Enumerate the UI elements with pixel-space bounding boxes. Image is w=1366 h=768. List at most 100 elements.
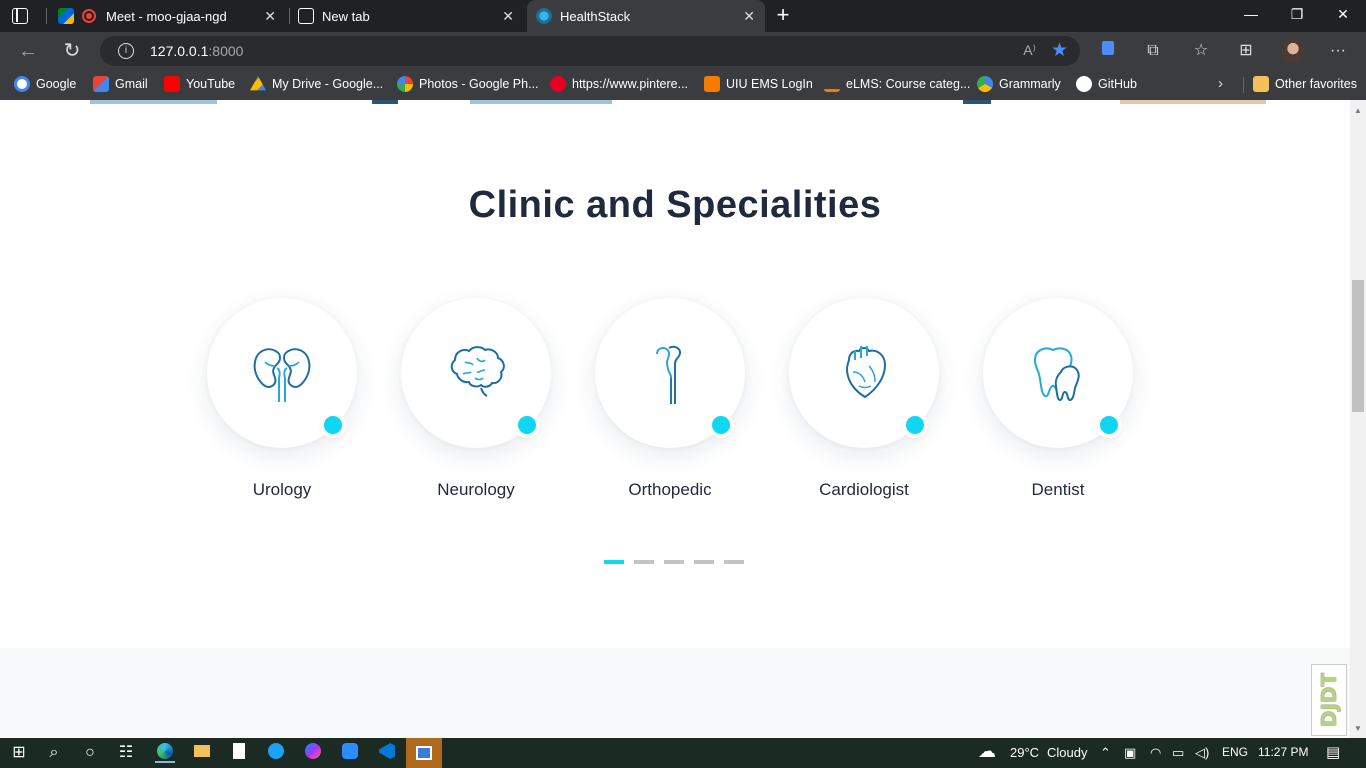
- back-icon[interactable]: ←: [17, 40, 39, 62]
- bookmark-youtube[interactable]: YouTube: [164, 76, 235, 92]
- wifi-icon[interactable]: ◠: [1150, 745, 1161, 761]
- twitter-icon[interactable]: [266, 743, 286, 763]
- speciality-card-dentist[interactable]: Dentist: [983, 298, 1133, 500]
- uiu-icon: [704, 76, 720, 92]
- extension-doc-icon[interactable]: [1098, 41, 1118, 61]
- speciality-circle: [207, 298, 357, 448]
- extensions-puzzle-icon[interactable]: ⧉: [1143, 41, 1163, 61]
- accent-dot: [712, 416, 730, 434]
- profile-avatar[interactable]: [1281, 39, 1305, 63]
- bookmarks-bar: Google Gmail YouTube My Drive - Google..…: [0, 70, 1366, 100]
- tab-meet[interactable]: Meet - moo-gjaa-ngd ✕: [58, 0, 286, 32]
- section-remnant: [1120, 100, 1266, 104]
- bookmark-label: Gmail: [115, 77, 148, 91]
- carousel-dot-4[interactable]: [694, 560, 714, 564]
- brain-icon: [450, 346, 505, 397]
- pinterest-icon: [550, 76, 566, 92]
- url-port: :8000: [208, 43, 244, 59]
- refresh-icon[interactable]: ↻: [61, 40, 83, 62]
- new-tab-button[interactable]: +: [772, 4, 794, 27]
- carousel-dot-2[interactable]: [634, 560, 654, 564]
- site-info-icon[interactable]: i: [118, 43, 134, 59]
- collections-icon[interactable]: ⊞: [1236, 41, 1256, 61]
- bookmark-grammarly[interactable]: Grammarly: [977, 76, 1061, 92]
- bookmark-gmail[interactable]: Gmail: [93, 76, 148, 92]
- carousel-dot-5[interactable]: [724, 560, 744, 564]
- bookmark-elms[interactable]: eLMS: Course categ...: [824, 76, 970, 92]
- scroll-down-icon[interactable]: ▼: [1354, 724, 1362, 733]
- weather-text[interactable]: Cloudy: [1047, 745, 1087, 760]
- volume-icon[interactable]: ◁): [1195, 745, 1209, 761]
- url-host: 127.0.0.1: [150, 43, 209, 59]
- speciality-label: Neurology: [437, 480, 515, 499]
- photos-app-icon[interactable]: [406, 738, 442, 768]
- meet-icon: [58, 8, 74, 24]
- folder-icon: [1253, 76, 1269, 92]
- messenger-icon[interactable]: [303, 743, 323, 763]
- youtube-icon: [164, 76, 180, 92]
- cortana-icon[interactable]: ○: [80, 743, 100, 763]
- speciality-card-urology[interactable]: Urology: [207, 298, 357, 500]
- speciality-card-orthopedic[interactable]: Orthopedic: [595, 298, 745, 500]
- close-window-icon[interactable]: ✕: [1328, 6, 1358, 23]
- bookmark-pinterest[interactable]: https://www.pintere...: [550, 76, 688, 92]
- bookmark-drive[interactable]: My Drive - Google...: [250, 76, 383, 92]
- security-icon[interactable]: ▣: [1124, 745, 1136, 761]
- speciality-circle: [401, 298, 551, 448]
- accent-dot: [518, 416, 536, 434]
- github-icon: [1076, 76, 1092, 92]
- speciality-card-cardiologist[interactable]: Cardiologist: [789, 298, 939, 500]
- bookmark-uiu-ems[interactable]: UIU EMS LogIn: [704, 76, 813, 92]
- tab-actions-icon[interactable]: [12, 8, 28, 24]
- section-remnant: [372, 100, 398, 104]
- close-tab-icon[interactable]: ✕: [743, 8, 755, 24]
- search-icon[interactable]: ⌕: [44, 743, 64, 763]
- task-view-icon[interactable]: ☷: [116, 743, 136, 763]
- notepad-icon[interactable]: [229, 743, 249, 763]
- vscode-icon[interactable]: [377, 743, 397, 763]
- favorite-star-icon[interactable]: ★: [1051, 39, 1068, 62]
- bookmark-label: eLMS: Course categ...: [846, 77, 971, 91]
- file-explorer-icon[interactable]: [192, 743, 212, 763]
- scrollbar-thumb[interactable]: [1352, 280, 1364, 412]
- weather-temp[interactable]: 29°C: [1010, 745, 1039, 760]
- language-indicator[interactable]: ENG: [1222, 745, 1248, 759]
- django-debug-toolbar-handle[interactable]: DJDT: [1311, 664, 1347, 736]
- bookmark-other-favorites[interactable]: Other favorites: [1253, 76, 1357, 92]
- close-tab-icon[interactable]: ✕: [264, 8, 276, 24]
- newtab-icon: [298, 8, 314, 24]
- bookmark-photos[interactable]: Photos - Google Ph...: [397, 76, 539, 92]
- clock-time[interactable]: 11:27 PM: [1258, 745, 1308, 759]
- weather-cloud-icon[interactable]: ☁: [978, 741, 996, 762]
- show-hidden-icons-chevron[interactable]: ⌃: [1100, 745, 1111, 761]
- tab-new-tab[interactable]: New tab ✕: [298, 0, 524, 32]
- zoom-icon[interactable]: [340, 743, 360, 763]
- battery-icon[interactable]: ▭: [1172, 745, 1184, 761]
- scroll-up-icon[interactable]: ▲: [1354, 106, 1362, 115]
- more-menu-icon[interactable]: ···: [1328, 41, 1348, 61]
- page-content: Clinic and Specialities Urology Neurolog…: [0, 100, 1350, 738]
- close-tab-icon[interactable]: ✕: [502, 8, 514, 24]
- address-bar[interactable]: i 127.0.0.1:8000 A⁾ ★: [100, 36, 1080, 66]
- bookmark-google[interactable]: Google: [14, 76, 76, 92]
- read-aloud-icon[interactable]: A⁾: [1023, 42, 1036, 59]
- notification-center-icon[interactable]: ▤: [1326, 743, 1340, 761]
- vertical-scrollbar[interactable]: ▲ ▼: [1350, 100, 1366, 738]
- tooth-icon: [1033, 347, 1080, 402]
- speciality-circle: [983, 298, 1133, 448]
- edge-icon[interactable]: [155, 743, 175, 763]
- carousel-dot-1[interactable]: [604, 560, 624, 564]
- bookmark-label: GitHub: [1098, 77, 1137, 91]
- bookmark-github[interactable]: GitHub: [1076, 76, 1137, 92]
- recording-icon: [82, 9, 96, 23]
- minimize-icon[interactable]: —: [1236, 6, 1266, 22]
- windows-start-icon[interactable]: ⊞: [9, 743, 29, 763]
- more-bookmarks-chevron-icon[interactable]: ›: [1218, 75, 1223, 92]
- favorites-icon[interactable]: ☆: [1191, 41, 1211, 61]
- url-text[interactable]: 127.0.0.1:8000: [150, 43, 243, 59]
- restore-icon[interactable]: ❐: [1282, 6, 1312, 23]
- speciality-card-neurology[interactable]: Neurology: [401, 298, 551, 500]
- debug-toolbar-label: DJDT: [1317, 672, 1342, 728]
- tab-healthstack[interactable]: HealthStack ✕: [527, 0, 765, 32]
- carousel-dot-3[interactable]: [664, 560, 684, 564]
